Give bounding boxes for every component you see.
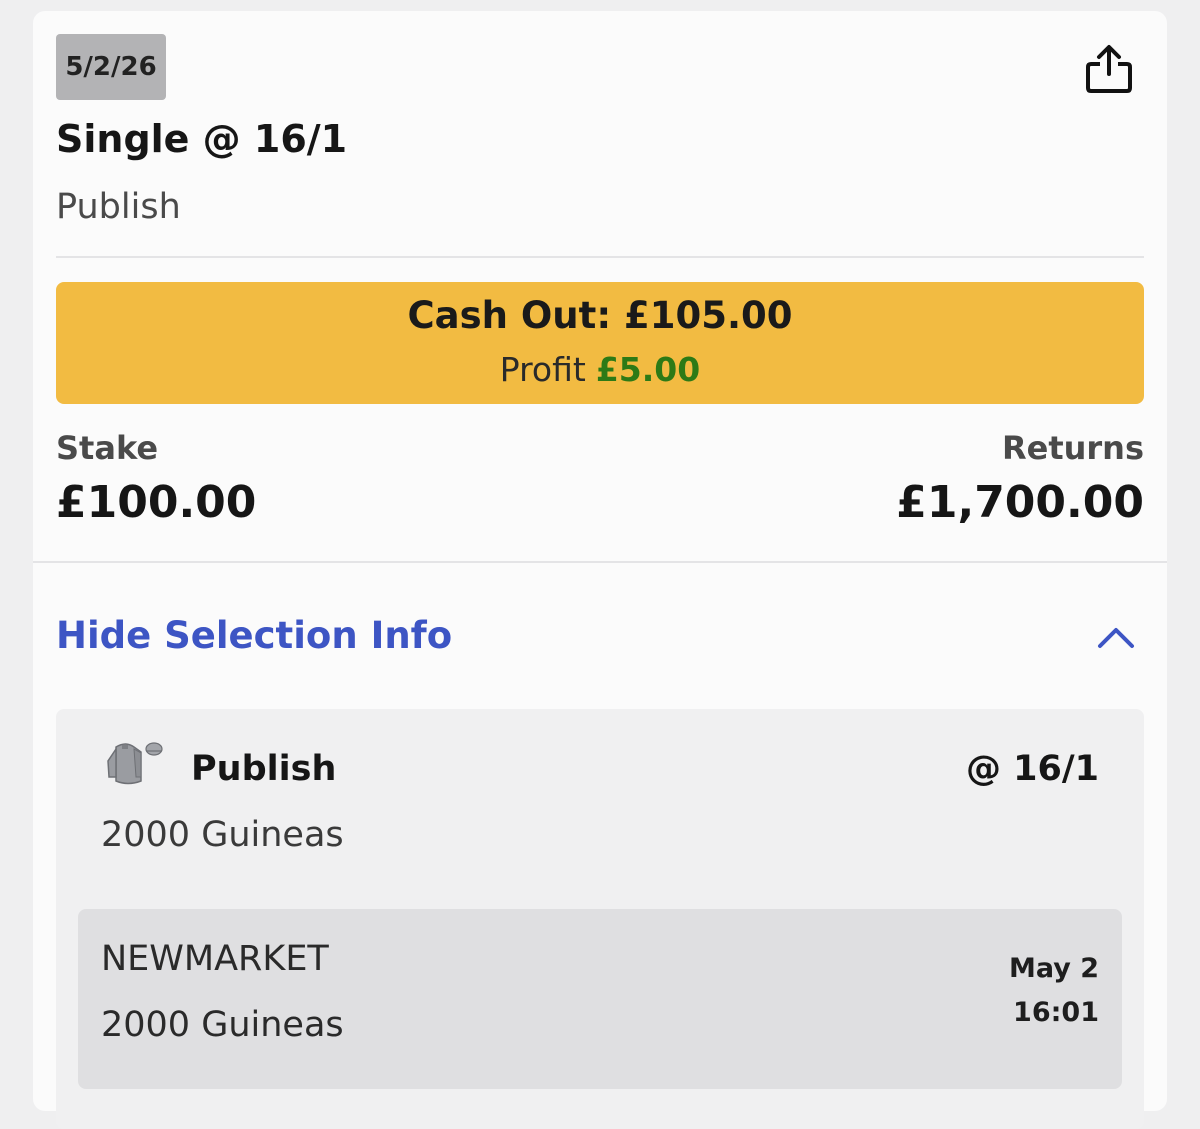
date-badge: 5/2/26 [56, 34, 166, 100]
event-race: 2000 Guineas [101, 1005, 344, 1045]
profit-line: Profit £5.00 [56, 350, 1144, 389]
bet-card: 5/2/26 Single @ 16/1 Publish Cash Out: £… [33, 11, 1167, 1129]
runner-odds: @ 16/1 [965, 749, 1099, 789]
date-badge-text: 5/2/26 [65, 52, 157, 82]
cash-out-button[interactable]: Cash Out: £105.00 Profit £5.00 [56, 282, 1144, 404]
header-divider [56, 256, 1144, 258]
event-details: NEWMARKET 2000 Guineas May 2 16:01 [78, 909, 1122, 1089]
jockey-silk-icon [107, 742, 163, 785]
cash-out-label: Cash Out: £105.00 [407, 294, 793, 337]
chevron-up-icon [1098, 628, 1134, 648]
hide-selection-info-link[interactable]: Hide Selection Info [56, 614, 452, 657]
runner-name: Publish [191, 749, 337, 789]
returns-value: £1,700.00 [896, 477, 1144, 528]
bet-title: Single @ 16/1 [56, 117, 348, 161]
stake-value: £100.00 [56, 477, 257, 528]
runner-race-name: 2000 Guineas [101, 815, 344, 855]
bet-subtitle: Publish [56, 187, 181, 227]
returns-label: Returns [1001, 429, 1144, 467]
profit-value: £5.00 [595, 350, 701, 389]
event-date: May 2 [1008, 953, 1099, 984]
event-time: 16:01 [1013, 997, 1099, 1028]
collapse-selection-button[interactable] [1093, 617, 1139, 657]
event-course: NEWMARKET [101, 939, 329, 979]
selection-panel: Publish @ 16/1 2000 Guineas NEWMARKET 20… [56, 709, 1144, 1129]
profit-label: Profit [499, 350, 586, 389]
share-icon [1086, 45, 1132, 93]
section-divider [33, 561, 1167, 563]
stake-label: Stake [56, 429, 159, 467]
share-button[interactable] [1083, 43, 1135, 95]
